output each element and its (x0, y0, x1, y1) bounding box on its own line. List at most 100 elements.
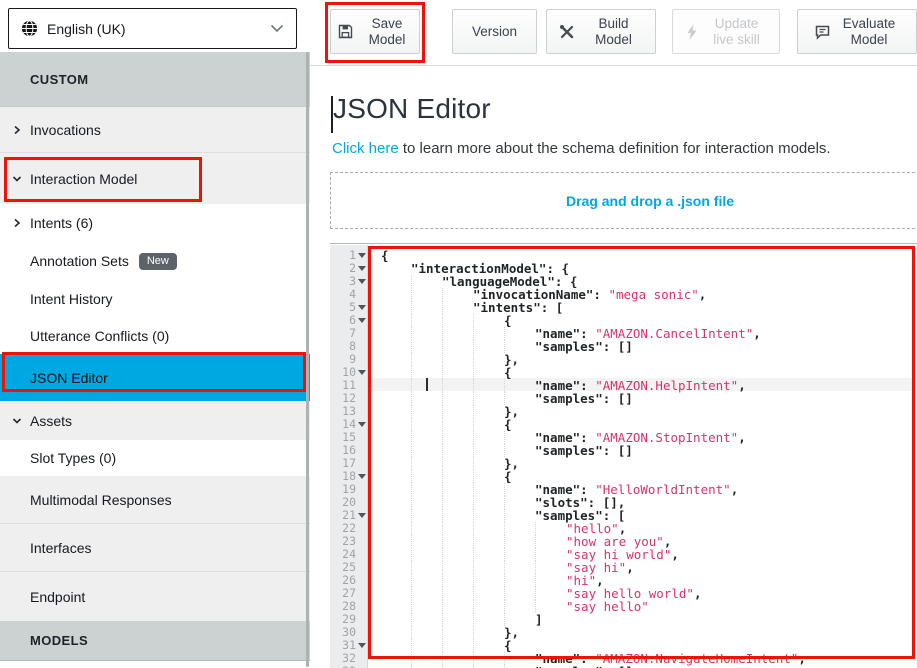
sidebar-item-label: Utterance Conflicts (0) (30, 328, 169, 344)
sidebar-item-json-editor[interactable]: JSON Editor (0, 354, 310, 401)
indent-guide (411, 405, 442, 418)
code-line-4: "invocationName": "mega sonic", (369, 288, 917, 301)
fold-caret-icon[interactable] (356, 318, 367, 323)
indent-guide (442, 587, 473, 600)
indent-guide (381, 392, 411, 405)
evaluate-model-button[interactable]: Evaluate Model (797, 9, 917, 54)
indent-guide (381, 548, 411, 561)
section-label: MODELS (30, 633, 88, 648)
save-model-button[interactable]: Save Model (330, 9, 420, 54)
sidebar-item-intents-6[interactable]: Intents (6) (0, 204, 310, 242)
build-model-button[interactable]: Build Model (546, 9, 656, 54)
indent-guide (442, 457, 473, 470)
sidebar-item-label: Interfaces (30, 540, 91, 556)
sidebar-scrollbar[interactable] (306, 52, 309, 667)
sidebar-item-annotation-sets[interactable]: Annotation SetsNew (0, 242, 310, 280)
fold-caret-icon[interactable] (356, 422, 367, 427)
json-dropzone[interactable]: Drag and drop a .json file (330, 172, 917, 229)
indent-guide (381, 535, 411, 548)
indent-guide (411, 535, 442, 548)
fold-caret-icon[interactable] (356, 266, 367, 271)
indent-guide (504, 496, 535, 509)
indent-guide (442, 353, 473, 366)
sidebar-item-endpoint[interactable]: Endpoint (0, 572, 310, 621)
fold-caret-icon[interactable] (356, 305, 367, 310)
sidebar-item-label: Assets (30, 413, 72, 429)
indent-guide (411, 340, 442, 353)
indent-guide (381, 652, 411, 665)
version-button[interactable]: Version (452, 9, 537, 54)
indent-guide (473, 418, 504, 431)
indent-guide (535, 561, 566, 574)
indent-guide (381, 483, 411, 496)
sidebar-item-assets[interactable]: Assets (0, 401, 310, 440)
sidebar-item-intent-history[interactable]: Intent History (0, 280, 310, 317)
chevron-down-icon (270, 24, 284, 33)
intro-text: Click here to learn more about the schem… (332, 140, 831, 157)
indent-guide (411, 561, 442, 574)
chevron-down-icon (12, 174, 30, 184)
indent-guide (381, 587, 411, 600)
learn-more-link[interactable]: Click here (332, 140, 399, 157)
indent-guide (473, 483, 504, 496)
page-title: JSON Editor (333, 93, 491, 125)
indent-guide (442, 639, 473, 652)
indent-guide (473, 431, 504, 444)
fold-caret-icon[interactable] (356, 643, 367, 648)
indent-guide (442, 392, 473, 405)
indent-guide (442, 327, 473, 340)
indent-guide (473, 392, 504, 405)
editor-code-area[interactable]: {"interactionModel": {"languageModel": {… (369, 245, 917, 668)
language-selector[interactable]: English (UK) (8, 8, 297, 49)
editor-gutter: 1234567891011121314151617181920212223242… (330, 245, 368, 668)
indent-guide (473, 444, 504, 457)
sidebar-item-utterance-conflicts-0[interactable]: Utterance Conflicts (0) (0, 317, 310, 354)
json-punctuation-token: , (798, 651, 806, 666)
update-live-skill-button[interactable]: Update live skill (672, 9, 780, 54)
indent-guide (381, 470, 411, 483)
sidebar-item-interaction-model[interactable]: Interaction Model (0, 153, 310, 204)
sidebar-item-invocations[interactable]: Invocations (0, 107, 310, 153)
indent-guide (442, 405, 473, 418)
code-line-29: ] (369, 613, 917, 626)
indent-guide (381, 509, 411, 522)
indent-guide (473, 652, 504, 665)
indent-guide (473, 561, 504, 574)
indent-guide (442, 574, 473, 587)
lightning-icon (685, 23, 699, 41)
button-label: Version (472, 24, 517, 40)
json-code-editor[interactable]: 1234567891011121314151617181920212223242… (330, 243, 917, 668)
fold-caret-icon[interactable] (356, 279, 367, 284)
sidebar-item-slot-types-0[interactable]: Slot Types (0) (0, 440, 310, 476)
indent-guide (381, 496, 411, 509)
fold-caret-icon[interactable] (356, 253, 367, 258)
json-punctuation-token: , (626, 560, 634, 575)
json-punctuation-token: "samples": [] (535, 391, 633, 406)
indent-guide (504, 379, 535, 392)
indent-guide (411, 457, 442, 470)
fold-caret-icon[interactable] (356, 474, 367, 479)
fold-caret-icon[interactable] (356, 370, 367, 375)
indent-guide (504, 509, 535, 522)
indent-guide (473, 639, 504, 652)
indent-guide (381, 379, 411, 392)
indent-guide (504, 587, 535, 600)
indent-guide (442, 379, 473, 392)
sidebar-item-multimodal-responses[interactable]: Multimodal Responses (0, 476, 310, 524)
fold-caret-icon[interactable] (356, 513, 367, 518)
indent-guide (473, 457, 504, 470)
section-header-models: MODELS (0, 621, 310, 661)
editor-caret (426, 378, 428, 391)
indent-guide (535, 535, 566, 548)
button-label: Save Model (361, 16, 413, 48)
indent-guide (473, 327, 504, 340)
sidebar-item-interfaces[interactable]: Interfaces (0, 524, 310, 572)
indent-guide (411, 483, 442, 496)
indent-guide (442, 366, 473, 379)
indent-guide (381, 288, 411, 301)
indent-guide (411, 353, 442, 366)
indent-guide (473, 522, 504, 535)
language-selector-area: English (UK) (0, 0, 310, 52)
chat-bubble-icon (814, 24, 831, 40)
indent-guide (473, 405, 504, 418)
